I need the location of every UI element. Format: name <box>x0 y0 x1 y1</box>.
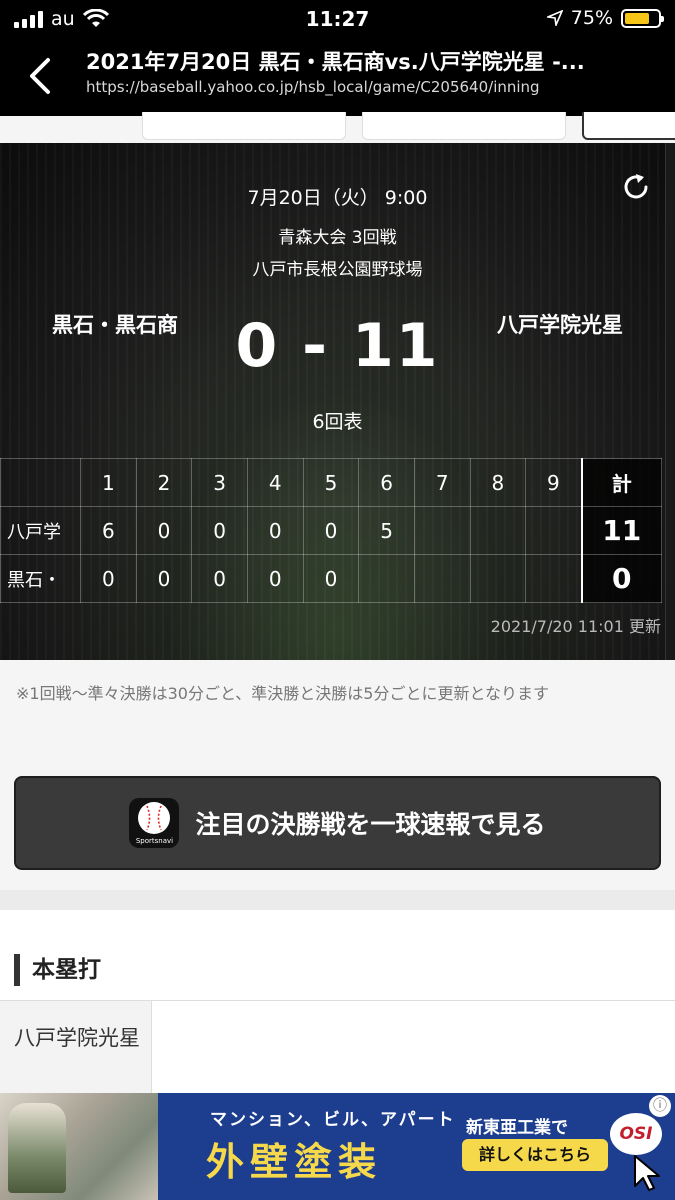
total-header: 計 <box>580 458 662 507</box>
inning-header: 2 <box>135 458 193 507</box>
inning-runs: 0 <box>302 554 360 603</box>
baseball-seam-icon <box>146 805 163 831</box>
ad-subheading: マンション、ビル、アパート <box>210 1110 456 1130</box>
battery-percent: 75% <box>570 7 613 29</box>
inning-runs <box>469 506 527 555</box>
inning-runs: 6 <box>80 506 137 555</box>
home-run-heading: 本塁打 <box>14 954 101 986</box>
inning-runs: 0 <box>191 554 248 603</box>
ad-banner[interactable]: マンション、ビル、アパート 外壁塗装 新東亜工業で 詳しくはこちら OSI ⓘ <box>0 1093 675 1200</box>
note-area: ※1回戦〜準々決勝は30分ごと、準決勝と決勝は5分ごとに更新となります Spor… <box>0 660 675 890</box>
inning-runs: 0 <box>246 506 304 555</box>
inning-header: 3 <box>191 458 248 507</box>
tab-3[interactable] <box>582 112 675 140</box>
live-final-button[interactable]: Sportsnavi 注目の決勝戦を一球速報で見る <box>14 776 661 870</box>
inning-header: 9 <box>525 458 582 507</box>
status-bar-right: 75% <box>546 7 664 29</box>
inning-header: 1 <box>80 458 137 507</box>
inning-runs: 0 <box>191 506 248 555</box>
ad-logo: OSI <box>610 1113 662 1155</box>
row-team-name: 黒石・ <box>0 554 81 603</box>
updated-timestamp: 2021/7/20 11:01 更新 <box>490 617 661 636</box>
venue-label: 八戸市長根公園野球場 <box>252 260 423 280</box>
row-team-name: 八戸学 <box>0 506 81 555</box>
row-total: 11 <box>580 506 662 555</box>
scoreboard: 7月20日（火） 9:00 青森大会 3回戦 八戸市長根公園野球場 黒石・黒石商… <box>0 143 675 660</box>
ad-company: 新東亜工業で <box>466 1118 568 1138</box>
app-icon-label: Sportsnavi <box>135 837 174 845</box>
ad-info-icon[interactable]: ⓘ <box>649 1095 671 1117</box>
inning-runs <box>525 554 582 603</box>
back-chevron-icon[interactable] <box>22 54 58 98</box>
page-url[interactable]: https://baseball.yahoo.co.jp/hsb_local/g… <box>86 78 661 96</box>
refresh-icon[interactable] <box>619 170 653 204</box>
cursor-icon <box>634 1155 660 1191</box>
ad-photo <box>0 1093 158 1200</box>
tournament-label: 青森大会 3回戦 <box>278 228 397 248</box>
location-arrow-icon <box>546 10 563 26</box>
linescore-header-row: 1 2 3 4 5 6 7 8 9 計 <box>0 458 662 507</box>
home-run-section: 本塁打 八戸学院光星 <box>0 910 675 1121</box>
row-total: 0 <box>580 554 662 603</box>
inning-runs <box>413 554 471 603</box>
inning-runs <box>413 506 471 555</box>
page-title: 2021年7月20日 黒石・黒石商vs.八戸学院光星 -... <box>86 50 585 74</box>
battery-icon <box>621 8 664 28</box>
game-score: 0 - 11 <box>235 311 440 381</box>
inning-runs: 0 <box>80 554 137 603</box>
linescore-table: 1 2 3 4 5 6 7 8 9 計 八戸学 6 0 0 0 0 5 11 黒… <box>0 458 675 603</box>
linescore-row: 八戸学 6 0 0 0 0 5 11 <box>0 506 662 555</box>
sportsnavi-app-icon: Sportsnavi <box>129 798 180 848</box>
tab-strip <box>0 112 675 143</box>
section-divider <box>0 890 675 910</box>
inning-header: 7 <box>413 458 471 507</box>
team-header-cell <box>0 458 81 507</box>
inning-runs <box>358 554 415 603</box>
inning-runs: 5 <box>358 506 415 555</box>
tab-2[interactable] <box>362 112 566 140</box>
linescore-row: 黒石・ 0 0 0 0 0 0 <box>0 554 662 603</box>
inning-header: 4 <box>246 458 304 507</box>
inning-runs: 0 <box>135 506 193 555</box>
live-final-button-label: 注目の決勝戦を一球速報で見る <box>195 810 546 839</box>
inning-header: 8 <box>469 458 527 507</box>
game-date: 7月20日（火） 9:00 <box>247 187 428 209</box>
inning-header: 5 <box>302 458 360 507</box>
inning-runs: 0 <box>302 506 360 555</box>
inning-status: 6回表 <box>312 411 363 433</box>
inning-header: 6 <box>358 458 415 507</box>
update-note: ※1回戦〜準々決勝は30分ごと、準決勝と決勝は5分ごとに更新となります <box>16 684 550 703</box>
inning-runs <box>469 554 527 603</box>
inning-runs <box>525 506 582 555</box>
status-bar: au 11:27 75% <box>0 0 675 38</box>
inning-runs: 0 <box>246 554 304 603</box>
tab-1[interactable] <box>142 112 346 140</box>
ad-headline: 外壁塗装 <box>206 1140 383 1184</box>
browser-title-bar: 2021年7月20日 黒石・黒石商vs.八戸学院光星 -... https://… <box>0 38 675 116</box>
inning-runs: 0 <box>135 554 193 603</box>
ad-details-button[interactable]: 詳しくはこちら <box>462 1139 608 1171</box>
